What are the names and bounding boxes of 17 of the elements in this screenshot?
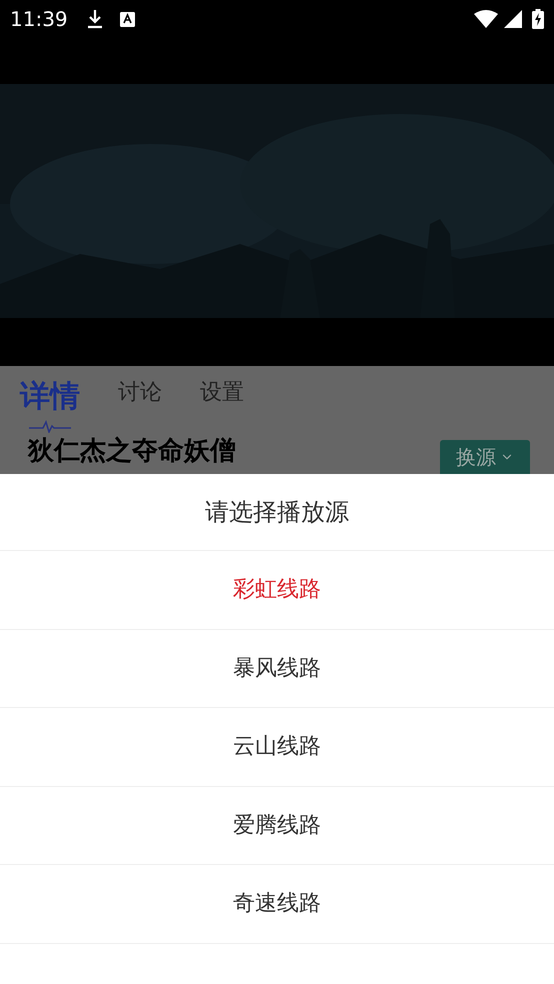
download-icon xyxy=(86,9,104,29)
tab[interactable]: 讨论 xyxy=(118,376,162,433)
source-option[interactable]: 奇速线路 xyxy=(0,865,554,944)
source-option[interactable]: 爱腾线路 xyxy=(0,786,554,865)
signal-icon xyxy=(504,10,522,28)
source-option[interactable]: 彩虹线路 xyxy=(0,551,554,630)
source-option[interactable]: 云山线路 xyxy=(0,708,554,786)
keyboard-icon xyxy=(120,12,135,26)
switch-source-button[interactable]: 换源 xyxy=(440,440,530,474)
status-time: 11:39 xyxy=(10,6,68,33)
pulse-icon xyxy=(29,419,71,433)
battery-icon xyxy=(532,9,544,29)
sheet-title: 请选择播放源 xyxy=(0,474,554,551)
tab[interactable]: 设置 xyxy=(200,376,244,433)
wifi-icon xyxy=(474,10,498,28)
source-option[interactable]: 暴风线路 xyxy=(0,630,554,708)
video-title: 狄仁杰之夺命妖僧 xyxy=(28,435,236,468)
